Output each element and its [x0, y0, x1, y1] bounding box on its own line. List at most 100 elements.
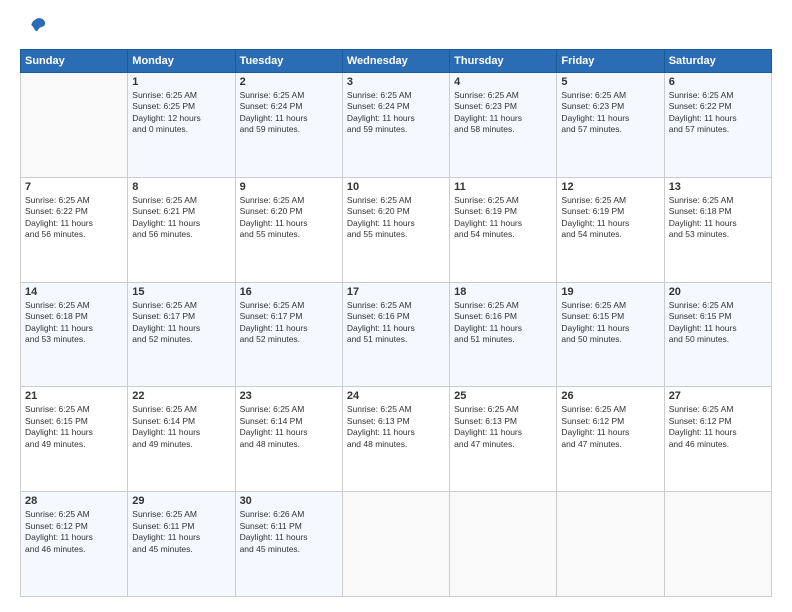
- day-number: 27: [669, 390, 767, 402]
- calendar-cell: 6Sunrise: 6:25 AM Sunset: 6:22 PM Daylig…: [664, 73, 771, 178]
- calendar-cell: 20 Sunrise: 6:25 AM Sunset: 6:15 PM Dayli…: [664, 282, 771, 387]
- day-info: Sunrise: 6:25 AM Sunset: 6:19 PM Dayligh…: [454, 195, 552, 241]
- day-info: Sunrise: 6:25 AM Sunset: 6:16 PM Dayligh…: [454, 300, 552, 346]
- calendar-cell: [21, 73, 128, 178]
- day-number: 28: [25, 495, 123, 507]
- day-info: Sunrise: 6:25 AM Sunset: 6:11 PM Dayligh…: [132, 509, 230, 555]
- day-info: Sunrise: 6:25 AM Sunset: 6:16 PM Dayligh…: [347, 300, 445, 346]
- calendar-cell: 25 Sunrise: 6:25 AM Sunset: 6:13 PM Dayli…: [450, 387, 557, 492]
- calendar-cell: [342, 492, 449, 597]
- day-number: 3: [347, 76, 445, 88]
- calendar-week-row: 14 Sunrise: 6:25 AM Sunset: 6:18 PM Dayli…: [21, 282, 772, 387]
- day-info: Sunrise: 6:25 AM Sunset: 6:22 PM Dayligh…: [25, 195, 123, 241]
- calendar-cell: 21 Sunrise: 6:25 AM Sunset: 6:15 PM Dayli…: [21, 387, 128, 492]
- day-number: 19: [561, 286, 659, 298]
- calendar-cell: 29 Sunrise: 6:25 AM Sunset: 6:11 PM Dayli…: [128, 492, 235, 597]
- day-info: Sunrise: 6:25 AM Sunset: 6:17 PM Dayligh…: [240, 300, 338, 346]
- day-header-tuesday: Tuesday: [235, 50, 342, 73]
- day-number: 30: [240, 495, 338, 507]
- calendar-header-row: SundayMondayTuesdayWednesdayThursdayFrid…: [21, 50, 772, 73]
- calendar-cell: 19 Sunrise: 6:25 AM Sunset: 6:15 PM Dayli…: [557, 282, 664, 387]
- day-info: Sunrise: 6:25 AM Sunset: 6:15 PM Dayligh…: [669, 300, 767, 346]
- day-info: Sunrise: 6:25 AM Sunset: 6:20 PM Dayligh…: [347, 195, 445, 241]
- day-header-friday: Friday: [557, 50, 664, 73]
- day-number: 15: [132, 286, 230, 298]
- calendar-cell: 3 Sunrise: 6:25 AM Sunset: 6:24 PM Daylig…: [342, 73, 449, 178]
- day-info: Sunrise: 6:25 AM Sunset: 6:13 PM Dayligh…: [347, 404, 445, 450]
- day-info: Sunrise: 6:26 AM Sunset: 6:11 PM Dayligh…: [240, 509, 338, 555]
- day-number: 13: [669, 181, 767, 193]
- calendar-cell: 30 Sunrise: 6:26 AM Sunset: 6:11 PM Dayli…: [235, 492, 342, 597]
- logo-bird-icon: [24, 15, 48, 39]
- day-header-wednesday: Wednesday: [342, 50, 449, 73]
- day-info: Sunrise: 6:25 AM Sunset: 6:18 PM Dayligh…: [25, 300, 123, 346]
- day-number: 16: [240, 286, 338, 298]
- day-number: 2: [240, 76, 338, 88]
- day-info: Sunrise: 6:25 AM Sunset: 6:12 PM Dayligh…: [25, 509, 123, 555]
- day-number: 6: [669, 76, 767, 88]
- day-info: Sunrise: 6:25 AM Sunset: 6:17 PM Dayligh…: [132, 300, 230, 346]
- day-info: Sunrise: 6:25 AM Sunset: 6:12 PM Dayligh…: [561, 404, 659, 450]
- calendar-week-row: 28 Sunrise: 6:25 AM Sunset: 6:12 PM Dayli…: [21, 492, 772, 597]
- logo: [20, 15, 48, 39]
- calendar-cell: 27 Sunrise: 6:25 AM Sunset: 6:12 PM Dayli…: [664, 387, 771, 492]
- calendar-cell: 23 Sunrise: 6:25 AM Sunset: 6:14 PM Dayli…: [235, 387, 342, 492]
- calendar-cell: 17 Sunrise: 6:25 AM Sunset: 6:16 PM Dayli…: [342, 282, 449, 387]
- day-number: 29: [132, 495, 230, 507]
- calendar-cell: 1 Sunrise: 6:25 AM Sunset: 6:25 PM Daylig…: [128, 73, 235, 178]
- calendar-week-row: 1 Sunrise: 6:25 AM Sunset: 6:25 PM Daylig…: [21, 73, 772, 178]
- day-info: Sunrise: 6:25 AM Sunset: 6:15 PM Dayligh…: [25, 404, 123, 450]
- calendar-table: SundayMondayTuesdayWednesdayThursdayFrid…: [20, 49, 772, 597]
- calendar-cell: 8Sunrise: 6:25 AM Sunset: 6:21 PM Daylig…: [128, 177, 235, 282]
- calendar-cell: 28 Sunrise: 6:25 AM Sunset: 6:12 PM Dayli…: [21, 492, 128, 597]
- day-number: 12: [561, 181, 659, 193]
- day-info: Sunrise: 6:25 AM Sunset: 6:24 PM Dayligh…: [347, 90, 445, 136]
- day-number: 7: [25, 181, 123, 193]
- day-info: Sunrise: 6:25 AM Sunset: 6:23 PM Dayligh…: [561, 90, 659, 136]
- day-info: Sunrise: 6:25 AM Sunset: 6:20 PM Dayligh…: [240, 195, 338, 241]
- calendar-cell: 7 Sunrise: 6:25 AM Sunset: 6:22 PM Daylig…: [21, 177, 128, 282]
- day-number: 22: [132, 390, 230, 402]
- day-number: 26: [561, 390, 659, 402]
- day-header-monday: Monday: [128, 50, 235, 73]
- calendar-cell: [664, 492, 771, 597]
- calendar-cell: 15 Sunrise: 6:25 AM Sunset: 6:17 PM Dayli…: [128, 282, 235, 387]
- calendar-cell: 16 Sunrise: 6:25 AM Sunset: 6:17 PM Dayli…: [235, 282, 342, 387]
- calendar-week-row: 7 Sunrise: 6:25 AM Sunset: 6:22 PM Daylig…: [21, 177, 772, 282]
- day-number: 17: [347, 286, 445, 298]
- day-number: 23: [240, 390, 338, 402]
- calendar-cell: 22 Sunrise: 6:25 AM Sunset: 6:14 PM Dayli…: [128, 387, 235, 492]
- calendar-cell: [450, 492, 557, 597]
- calendar-cell: 5 Sunrise: 6:25 AM Sunset: 6:23 PM Daylig…: [557, 73, 664, 178]
- day-number: 20: [669, 286, 767, 298]
- day-number: 5: [561, 76, 659, 88]
- calendar-cell: 12 Sunrise: 6:25 AM Sunset: 6:19 PM Dayli…: [557, 177, 664, 282]
- calendar-cell: 14 Sunrise: 6:25 AM Sunset: 6:18 PM Dayli…: [21, 282, 128, 387]
- day-info: Sunrise: 6:25 AM Sunset: 6:23 PM Dayligh…: [454, 90, 552, 136]
- day-info: Sunrise: 6:25 AM Sunset: 6:13 PM Dayligh…: [454, 404, 552, 450]
- day-number: 25: [454, 390, 552, 402]
- day-info: Sunrise: 6:25 AM Sunset: 6:12 PM Dayligh…: [669, 404, 767, 450]
- day-info: Sunrise: 6:25 AM Sunset: 6:14 PM Dayligh…: [240, 404, 338, 450]
- day-header-sunday: Sunday: [21, 50, 128, 73]
- calendar-cell: 11Sunrise: 6:25 AM Sunset: 6:19 PM Dayli…: [450, 177, 557, 282]
- calendar-cell: 2Sunrise: 6:25 AM Sunset: 6:24 PM Daylig…: [235, 73, 342, 178]
- calendar-cell: 18 Sunrise: 6:25 AM Sunset: 6:16 PM Dayli…: [450, 282, 557, 387]
- day-number: 4: [454, 76, 552, 88]
- day-number: 24: [347, 390, 445, 402]
- calendar-cell: [557, 492, 664, 597]
- day-info: Sunrise: 6:25 AM Sunset: 6:14 PM Dayligh…: [132, 404, 230, 450]
- day-info: Sunrise: 6:25 AM Sunset: 6:15 PM Dayligh…: [561, 300, 659, 346]
- calendar-cell: 13 Sunrise: 6:25 AM Sunset: 6:18 PM Dayli…: [664, 177, 771, 282]
- day-number: 18: [454, 286, 552, 298]
- day-number: 1: [132, 76, 230, 88]
- day-info: Sunrise: 6:25 AM Sunset: 6:19 PM Dayligh…: [561, 195, 659, 241]
- day-number: 14: [25, 286, 123, 298]
- day-info: Sunrise: 6:25 AM Sunset: 6:18 PM Dayligh…: [669, 195, 767, 241]
- day-number: 8: [132, 181, 230, 193]
- calendar-week-row: 21 Sunrise: 6:25 AM Sunset: 6:15 PM Dayli…: [21, 387, 772, 492]
- day-number: 10: [347, 181, 445, 193]
- day-info: Sunrise: 6:25 AM Sunset: 6:25 PM Dayligh…: [132, 90, 230, 136]
- day-number: 21: [25, 390, 123, 402]
- calendar-cell: 26 Sunrise: 6:25 AM Sunset: 6:12 PM Dayli…: [557, 387, 664, 492]
